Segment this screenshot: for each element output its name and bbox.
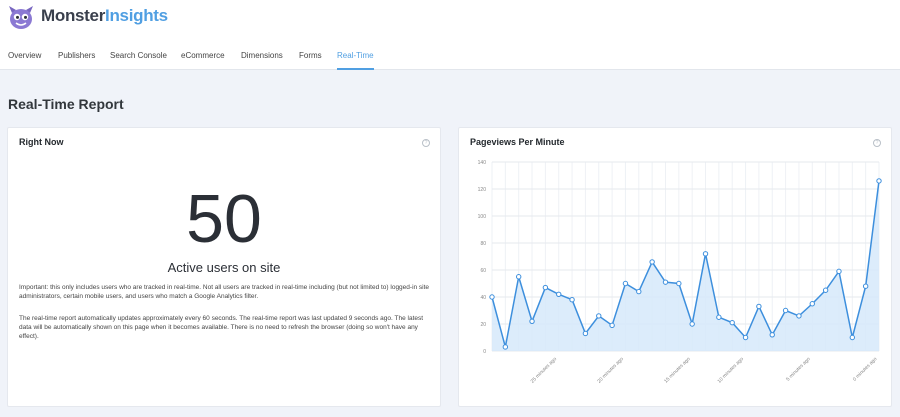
data-point (636, 288, 642, 295)
data-point (716, 314, 722, 320)
data-point (782, 307, 789, 314)
y-tick-label: 140 (478, 160, 487, 166)
data-point (542, 284, 549, 291)
tab-dimensions[interactable]: Dimensions (241, 51, 283, 60)
monster-logo-icon (9, 6, 33, 29)
data-point (729, 319, 735, 326)
y-tick-label: 0 (483, 349, 486, 355)
pageviews-panel: Pageviews Per Minute ? 0 20 40 60 80 100 120 14… (458, 127, 892, 407)
y-tick-label: 40 (480, 295, 486, 301)
tab-ecommerce[interactable]: eCommerce (181, 51, 225, 60)
data-point (622, 280, 629, 287)
data-point (742, 334, 749, 341)
data-point (515, 274, 522, 280)
data-point (556, 291, 562, 298)
x-tick-label: 0 minutes ago (852, 356, 879, 383)
data-point (809, 301, 815, 307)
data-point (689, 321, 695, 327)
y-tick-label: 60 (480, 268, 486, 274)
data-point (609, 322, 615, 329)
x-tick-label: 10 minutes ago (717, 356, 746, 385)
data-point (849, 334, 856, 341)
x-tick-label: 25 minutes ago (530, 356, 559, 385)
data-point (529, 318, 535, 325)
data-point (702, 251, 709, 257)
data-point (489, 294, 495, 300)
top-bar: MonsterInsights (0, 0, 900, 40)
y-tick-label: 20 (480, 322, 486, 328)
data-point (876, 178, 882, 184)
data-point (862, 283, 869, 289)
realtime-note-updates: The real-time report automatically updat… (19, 315, 424, 340)
x-tick-label: 20 minutes ago (596, 356, 625, 385)
data-point (502, 344, 509, 350)
info-icon[interactable]: ? (422, 139, 430, 147)
data-point (649, 259, 655, 265)
right-now-panel: Right Now ? 50 Active users on site Impo… (7, 127, 441, 407)
page-title: Real-Time Report (8, 96, 124, 112)
data-point (769, 332, 775, 338)
data-point (662, 279, 669, 285)
tab-publishers[interactable]: Publishers (58, 51, 95, 60)
y-tick-label: 80 (480, 241, 486, 247)
data-point (569, 297, 575, 303)
tab-search-console[interactable]: Search Console (110, 51, 167, 60)
series-area (492, 180, 879, 351)
tab-real-time[interactable]: Real-Time (337, 51, 374, 70)
data-point (596, 313, 602, 319)
active-users-label: Active users on site (167, 260, 281, 275)
y-tick-label: 100 (478, 214, 487, 220)
data-point (582, 330, 589, 337)
pageviews-chart: 0 20 40 60 80 100 120 140 25 minutes ago 20 minut… (478, 160, 882, 385)
brand-name: MonsterInsights (41, 6, 168, 25)
active-users-count: 50 (186, 181, 262, 257)
data-point (822, 287, 829, 293)
right-now-title: Right Now (19, 137, 64, 147)
data-point (836, 268, 842, 275)
realtime-note-important: Important: this only includes users who … (19, 284, 430, 300)
tab-forms[interactable]: Forms (299, 51, 322, 60)
data-point (676, 280, 682, 287)
x-tick-label: 15 minutes ago (663, 356, 692, 385)
x-tick-label: 5 minutes ago (785, 356, 812, 383)
data-point (756, 303, 762, 310)
report-tabs: Overview Publishers Search Console eComm… (0, 40, 900, 70)
tab-overview[interactable]: Overview (8, 51, 41, 60)
y-tick-label: 120 (478, 187, 487, 193)
data-point (796, 313, 802, 319)
